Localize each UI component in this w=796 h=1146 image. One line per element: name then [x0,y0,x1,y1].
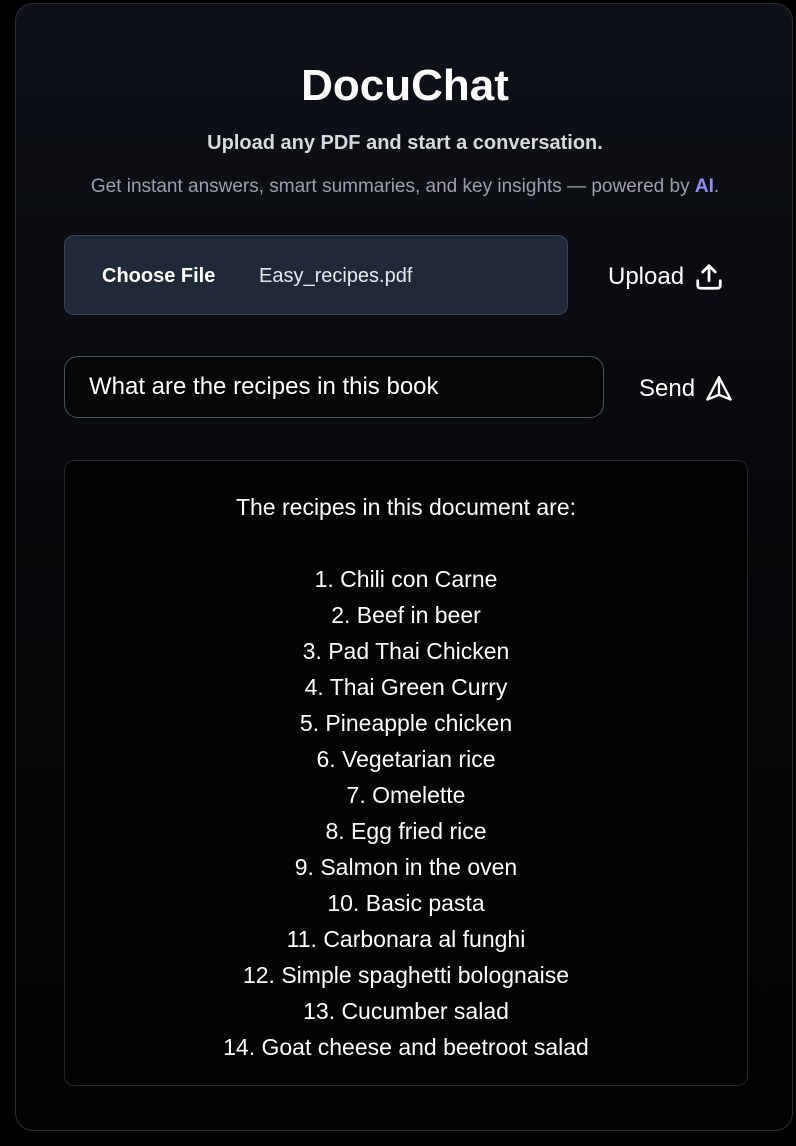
upload-icon [696,264,722,290]
list-item: 14. Goat cheese and beetroot salad [223,1034,589,1060]
recipe-list: 1. Chili con Carne 2. Beef in beer 3. Pa… [65,561,747,1065]
upload-button[interactable]: Upload [608,259,724,295]
app-title: DocuChat [301,61,509,110]
list-item: 2. Beef in beer [331,602,481,628]
list-item: 11. Carbonara al funghi [286,926,526,952]
main-card: DocuChat Upload any PDF and start a conv… [15,3,793,1131]
answer-intro: The recipes in this document are: [235,494,577,520]
subtitle: Upload any PDF and start a conversation. [207,132,603,154]
list-item: 6. Vegetarian rice [316,746,496,772]
send-label: Send [639,375,696,402]
list-item: 5. Pineapple chicken [299,710,513,736]
tagline: Get instant answers, smart summaries, an… [16,173,794,201]
tagline-text: Get instant answers, smart summaries, an… [90,176,695,197]
tagline-suffix: . [713,176,720,197]
list-item: 7. Omelette [346,782,466,808]
list-item: 4. Thai Green Curry [304,674,508,700]
upload-label: Upload [608,263,685,290]
list-item: 9. Salmon in the oven [294,854,518,880]
question-input[interactable] [64,356,604,418]
tagline-ai-highlight: AI [694,176,714,197]
list-item: 10. Basic pasta [327,890,485,916]
send-button[interactable]: Send [639,372,733,406]
list-item: 12. Simple spaghetti bolognaise [242,962,570,988]
answer-panel: The recipes in this document are: 1. Chi… [64,460,748,1086]
list-item: 8. Egg fried rice [325,818,487,844]
selected-file-name: Easy_recipes.pdf [259,265,413,287]
list-item: 1. Chili con Carne [314,566,498,592]
list-item: 3. Pad Thai Chicken [302,638,510,664]
send-icon [706,376,732,401]
choose-file-button[interactable]: Choose File [102,263,215,289]
list-item: 13. Cucumber salad [303,998,509,1024]
file-picker[interactable]: Choose File Easy_recipes.pdf [64,235,568,315]
